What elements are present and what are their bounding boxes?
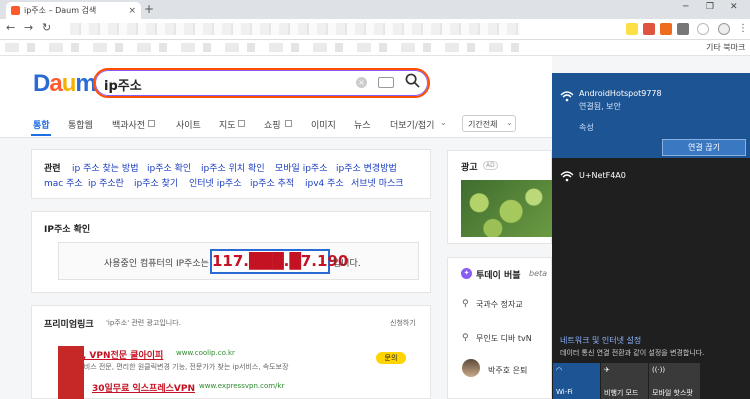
wifi-secure-icon [560,170,574,185]
ip-prefix-text: 사용중인 컴퓨터의 IP주소는 [104,259,209,269]
avatar [462,359,480,377]
tab-news[interactable]: 뉴스 [354,118,371,131]
network-settings-link[interactable]: 네트워크 및 인터넷 설정 [560,335,641,346]
network-name: AndroidHotspot9778 [579,89,662,98]
premium-subtitle: 'ip주소' 관련 광고입니다. [106,319,181,327]
related-link[interactable]: ip주소 추적 [250,176,294,189]
new-tab-button[interactable]: + [144,2,154,16]
related-link[interactable]: ip주소 확인 [147,161,191,174]
tab-title: ip주소 – Daum 검색 [24,6,97,15]
extension-icon[interactable] [643,23,655,35]
chevron-down-icon: ⌄ [440,118,447,127]
search-icon: ⚲ [462,299,469,309]
related-link[interactable]: ip주소 변경방법 [336,161,397,174]
trend-item[interactable]: 무인도 디바 tvN [476,333,532,344]
trend-item[interactable]: 국과수 정자교 [476,299,523,310]
tab-map[interactable]: 지도 [219,118,236,131]
forward-icon[interactable]: → [24,21,33,34]
related-panel [31,149,431,199]
airplane-icon: ✈ [604,366,610,374]
puzzle-icon[interactable] [677,23,689,35]
back-icon[interactable]: ← [6,21,15,34]
ip-suffix-text: 입니다. [333,259,361,269]
wifi-toggle-label: Wi-Fi [556,388,573,396]
other-bookmarks[interactable]: 기타 북마크 [706,42,745,53]
tab-image[interactable]: 이미지 [311,118,336,131]
search-icon: ⚲ [462,333,469,343]
related-link[interactable]: 서브넷 마스크 [351,176,404,189]
related-link[interactable]: 모바일 ip주소 [275,161,327,174]
mobile-hotspot-label: 모바일 핫스팟 [652,389,693,397]
related-link[interactable]: ip 주소란 [88,176,124,189]
ad-url[interactable]: www.coolip.co.kr [176,349,235,357]
extension-icon[interactable] [660,23,672,35]
related-link[interactable]: 인터넷 ip주소 [189,176,241,189]
checkbox-icon[interactable] [285,120,292,127]
url-field[interactable] [70,23,520,35]
hotspot-icon: ((·)) [652,366,666,374]
network-status: 연결됨, 보안 [579,102,621,111]
tab-web[interactable]: 통합웹 [68,118,93,131]
trend-title: 투데이 버블 [476,271,521,281]
apply-link[interactable]: 신청하기 [390,318,416,328]
ip-address-value: 117.███.█7.190 [210,249,348,274]
ad-description: 아이피서비스 전문, 편리한 원클릭변경 기능, 전문가가 찾는 ip서비스, … [58,363,289,371]
wifi-icon: ◠ [556,366,563,374]
maximize-icon[interactable]: ❐ [706,2,714,12]
related-link[interactable]: mac 주소 [44,176,83,189]
airplane-mode-label: 비행기 모드 [604,389,639,397]
mobile-hotspot-toggle[interactable]: ((·)) 모바일 핫스팟 [649,363,700,399]
network-settings-desc: 데이터 통신 연결 전환과 같이 설정을 변경합니다. [560,349,705,357]
minimize-icon[interactable]: ─ [683,2,688,12]
chevron-down-icon: ⌄ [506,118,513,127]
ad-thumbnail[interactable] [58,346,84,399]
checkbox-icon[interactable] [238,120,245,127]
ad-image[interactable] [461,180,552,237]
related-link[interactable]: ip주소 찾기 [134,176,178,189]
browser-tab[interactable]: ip주소 – Daum 검색 × [6,2,141,19]
account-avatar[interactable] [718,23,730,35]
sparkle-icon: ✦ [461,268,472,279]
related-link[interactable]: ip 주소 찾는 방법 [72,161,138,174]
ip-check-title: IP주소 확인 [44,225,91,235]
premium-title: 프리미엄링크 [44,320,94,330]
search-icon[interactable] [405,73,420,92]
related-link[interactable]: ip주소 위치 확인 [201,161,265,174]
trend-item[interactable]: 박주호 은퇴 [488,365,527,376]
beta-label: beta [529,269,548,278]
clear-search-icon[interactable]: × [356,77,367,88]
ad-title[interactable]: 30일무료 익스프레스VPN [92,381,195,394]
properties-link[interactable]: 속성 [579,122,594,133]
related-title: 관련 [44,164,61,174]
checkbox-icon[interactable] [148,120,155,127]
tab-shopping[interactable]: 쇼핑 [264,118,281,131]
extension-icon[interactable] [626,23,638,35]
close-window-icon[interactable]: ✕ [730,2,738,12]
tab-integrated[interactable]: 통합 [33,118,50,131]
active-tab-underline [31,134,51,136]
wifi-toggle[interactable]: ◠ Wi-Fi [553,363,600,399]
network-name[interactable]: U+NetF4A0 [579,171,626,180]
ad-badge: AD [483,161,498,170]
daum-logo[interactable]: Daum [33,70,97,98]
close-tab-icon[interactable]: × [128,6,136,16]
airplane-mode-toggle[interactable]: ✈ 비행기 모드 [601,363,648,399]
period-select-label: 기간전체 [468,120,498,129]
daum-favicon-icon [11,6,20,15]
bookmarks-list[interactable] [5,43,525,52]
keyboard-icon[interactable] [378,77,394,88]
profile-avatar[interactable] [697,23,709,35]
tab-site[interactable]: 사이트 [176,118,201,131]
tab-more[interactable]: 더보기/접기 [390,118,434,131]
ad-url[interactable]: www.expressvpn.com/kr [199,382,284,390]
related-link[interactable]: ipv4 주소 [305,176,344,189]
disconnect-button[interactable]: 연결 끊기 [662,139,746,156]
reload-icon[interactable]: ↻ [42,21,51,34]
menu-icon[interactable]: ⋮ [738,23,748,34]
inquiry-badge[interactable]: 문의 [376,352,406,364]
wifi-secure-icon [560,90,574,105]
side-ad-title: 광고 [461,163,478,173]
search-input[interactable]: ip주소 [104,75,142,94]
tab-encyclopedia[interactable]: 백과사전 [112,118,145,131]
